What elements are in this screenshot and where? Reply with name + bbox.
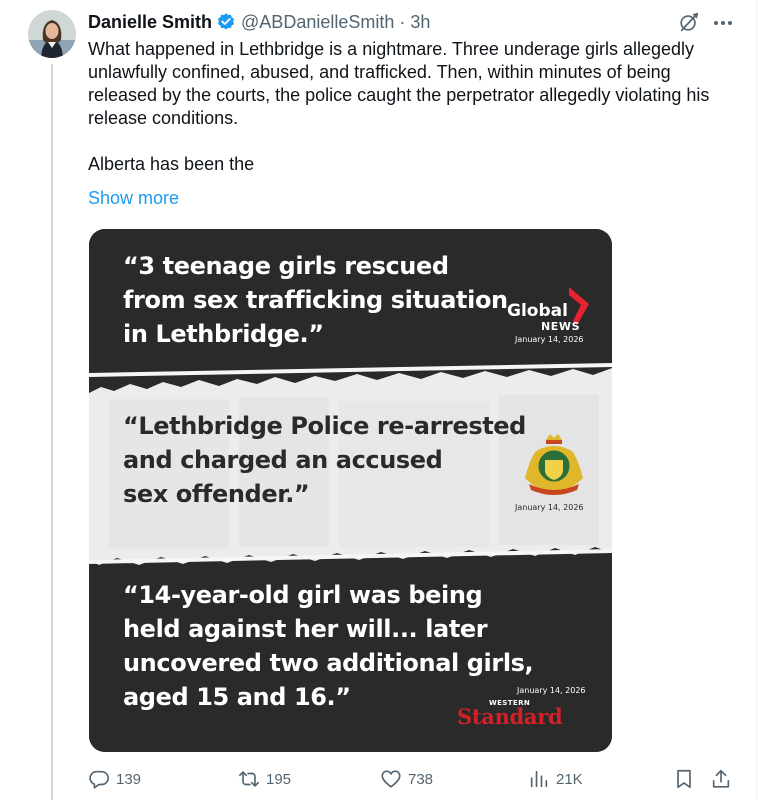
post-header: Danielle Smith @ABDanielleSmith · 3h bbox=[88, 10, 430, 34]
quote-line: in Lethbridge.” bbox=[123, 320, 324, 348]
quote-line: and charged an accused bbox=[123, 446, 443, 474]
quote-line: sex offender.” bbox=[123, 480, 310, 508]
quote-date: January 14, 2026 bbox=[515, 335, 584, 344]
like-button[interactable]: 738 bbox=[380, 768, 433, 790]
bookmark-button[interactable] bbox=[673, 768, 701, 790]
views-count: 21K bbox=[556, 770, 583, 788]
repost-count: 195 bbox=[266, 770, 292, 788]
author-handle[interactable]: @ABDanielleSmith bbox=[241, 12, 394, 33]
views-icon bbox=[530, 770, 548, 788]
thread-line bbox=[51, 64, 53, 800]
post-image[interactable]: “3 teenage girls rescued from sex traffi… bbox=[89, 229, 612, 752]
quote-line: “14-year-old girl was being bbox=[123, 581, 483, 609]
post-text-paragraph: What happened in Lethbridge is a nightma… bbox=[88, 39, 710, 128]
share-button[interactable] bbox=[710, 768, 738, 790]
quote-line: from sex trafficking situation bbox=[123, 286, 508, 314]
grok-icon[interactable] bbox=[678, 11, 700, 33]
quote-global-news: “3 teenage girls rescued from sex traffi… bbox=[123, 249, 508, 351]
post-text: What happened in Lethbridge is a nightma… bbox=[88, 38, 744, 176]
quote-line: uncovered two additional girls, bbox=[123, 649, 534, 677]
author-name[interactable]: Danielle Smith bbox=[88, 12, 212, 33]
reply-icon bbox=[89, 770, 109, 789]
heart-icon bbox=[381, 770, 401, 788]
western-standard-logo: WESTERN Standard bbox=[457, 699, 587, 729]
quote-line: “Lethbridge Police re-arrested bbox=[123, 412, 526, 440]
global-news-wordmark: Global bbox=[507, 301, 568, 321]
post-text-paragraph: Alberta has been the bbox=[88, 154, 255, 174]
show-more-link[interactable]: Show more bbox=[88, 188, 179, 209]
timeline-border bbox=[756, 0, 757, 800]
quote-line: held against her will... later bbox=[123, 615, 488, 643]
avatar-image bbox=[28, 10, 76, 58]
verified-badge-icon[interactable] bbox=[216, 12, 236, 32]
post-timestamp[interactable]: 3h bbox=[410, 12, 430, 33]
reply-count: 139 bbox=[116, 770, 142, 788]
repost-button[interactable]: 195 bbox=[238, 768, 291, 790]
quote-lethbridge-police: “Lethbridge Police re-arrested and charg… bbox=[123, 409, 526, 511]
western-standard-wordmark: Standard bbox=[457, 704, 563, 729]
share-icon bbox=[712, 769, 730, 788]
global-news-subword: NEWS bbox=[541, 320, 581, 333]
lethbridge-police-crest-icon bbox=[525, 434, 583, 495]
quote-line: “3 teenage girls rescued bbox=[123, 252, 449, 280]
quote-date: January 14, 2026 bbox=[515, 503, 584, 512]
views-button[interactable]: 21K bbox=[528, 768, 583, 790]
bookmark-icon bbox=[677, 769, 691, 789]
post-actions: 139 195 738 21K bbox=[88, 768, 748, 794]
avatar[interactable] bbox=[28, 10, 76, 58]
reply-button[interactable]: 139 bbox=[88, 768, 141, 790]
repost-icon bbox=[239, 771, 259, 787]
more-icon[interactable] bbox=[712, 14, 734, 32]
separator-dot: · bbox=[399, 11, 406, 32]
like-count: 738 bbox=[408, 770, 434, 788]
quote-date: January 14, 2026 bbox=[517, 686, 586, 695]
quote-western-standard: “14-year-old girl was being held against… bbox=[123, 578, 534, 714]
